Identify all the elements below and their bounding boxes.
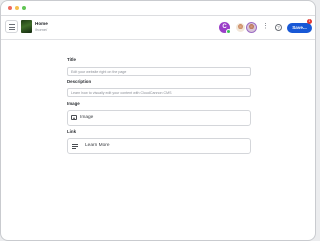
- save-button[interactable]: Save...: [287, 23, 312, 33]
- unsaved-count-badge: 1: [307, 19, 312, 24]
- image-icon: [71, 115, 77, 120]
- image-field[interactable]: Image: [67, 110, 251, 126]
- list-icon: [72, 144, 79, 150]
- menu-button[interactable]: [5, 20, 18, 33]
- app-window: Home /home/ C ⋮ ? Save... 1 Title Edit y…: [0, 0, 316, 241]
- window-titlebar: [1, 1, 315, 16]
- window-minimize-button[interactable]: [15, 6, 19, 10]
- image-field-label: Image: [80, 115, 94, 120]
- avatar-current-user[interactable]: C: [219, 22, 231, 34]
- link-field[interactable]: Learn More: [67, 138, 251, 154]
- image-label: Image: [67, 101, 80, 106]
- online-indicator: [226, 29, 231, 34]
- link-label: Link: [67, 129, 77, 134]
- more-vertical-icon[interactable]: ⋮: [262, 23, 269, 30]
- window-maximize-button[interactable]: [22, 6, 26, 10]
- page-thumbnail: [21, 20, 32, 33]
- title-input[interactable]: Edit your website right on the page: [67, 67, 251, 76]
- avatar-collaborator[interactable]: [235, 22, 246, 33]
- title-label: Title: [67, 57, 76, 62]
- page-path: /home/: [35, 27, 48, 32]
- help-icon[interactable]: ?: [275, 24, 282, 31]
- link-field-label: Learn More: [85, 143, 110, 148]
- description-label: Description: [67, 79, 92, 84]
- editor-toolbar: Home /home/ C ⋮ ? Save... 1: [1, 16, 315, 40]
- avatar-collaborator[interactable]: [246, 22, 257, 33]
- window-close-button[interactable]: [8, 6, 12, 10]
- description-input[interactable]: Learn how to visually edit your content …: [67, 88, 251, 97]
- page-name: Home: [35, 21, 48, 26]
